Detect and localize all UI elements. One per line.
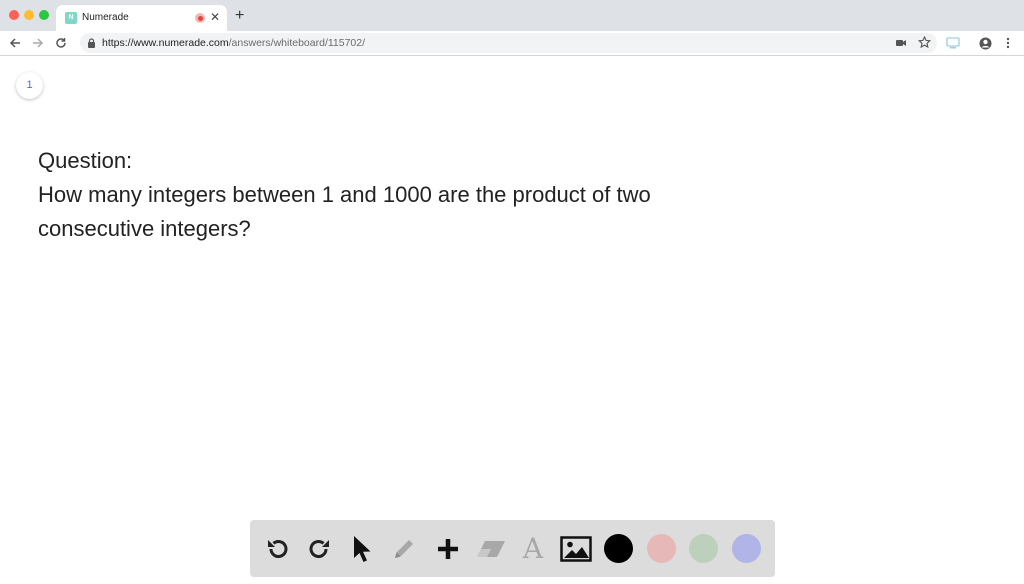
address-bar[interactable]: https://www.numerade.com/answers/whitebo… <box>80 33 937 53</box>
url-text: https://www.numerade.com/answers/whitebo… <box>102 37 365 49</box>
color-green[interactable] <box>689 534 718 563</box>
undo-icon <box>268 540 288 558</box>
tab-close-icon[interactable]: ✕ <box>210 10 220 24</box>
pointer-tool-button[interactable] <box>345 532 379 566</box>
lock-icon <box>88 38 95 48</box>
minimize-window-button[interactable] <box>24 10 34 20</box>
text-tool-button[interactable]: A <box>516 532 550 566</box>
image-tool-button[interactable] <box>559 532 593 566</box>
close-window-button[interactable] <box>9 10 19 20</box>
camera-icon[interactable] <box>895 36 907 54</box>
color-pink[interactable] <box>647 534 676 563</box>
color-blue[interactable] <box>732 534 761 563</box>
browser-window: N Numerade ✕ + https://www.numerade.com/… <box>0 0 1024 584</box>
page-number-badge[interactable]: 1 <box>16 72 43 99</box>
question-line-1: How many integers between 1 and 1000 are… <box>38 182 651 207</box>
tab-strip: N Numerade ✕ + <box>0 0 1024 31</box>
back-arrow-icon <box>9 38 20 48</box>
pencil-tool-button[interactable] <box>387 532 421 566</box>
url-path: /answers/whiteboard/115702/ <box>228 37 366 49</box>
undo-button[interactable] <box>260 532 294 566</box>
url-host: https://www.numerade.com <box>102 37 229 49</box>
reload-icon <box>56 38 66 48</box>
back-button[interactable] <box>6 34 24 52</box>
redo-icon <box>309 540 329 558</box>
forward-button[interactable] <box>29 34 47 52</box>
new-tab-button[interactable]: + <box>235 7 244 25</box>
reload-button[interactable] <box>52 34 70 52</box>
whiteboard-toolbar: A <box>250 520 775 577</box>
maximize-window-button[interactable] <box>39 10 49 20</box>
text-icon: A <box>522 532 544 565</box>
image-icon <box>560 536 592 562</box>
tab-numerade[interactable]: N Numerade ✕ <box>56 5 227 31</box>
color-black[interactable] <box>604 534 633 563</box>
menu-kebab-icon[interactable] <box>999 34 1017 52</box>
bookmark-star-icon[interactable] <box>917 35 932 54</box>
forward-arrow-icon <box>33 38 44 48</box>
question-text: Question: How many integers between 1 an… <box>38 144 738 246</box>
redo-button[interactable] <box>303 532 337 566</box>
question-heading: Question: <box>38 148 133 173</box>
profile-avatar-icon[interactable] <box>976 34 994 52</box>
add-icon <box>438 539 458 559</box>
browser-toolbar: https://www.numerade.com/answers/whitebo… <box>0 31 1024 56</box>
question-line-2: consecutive integers? <box>38 216 251 241</box>
pencil-icon <box>395 540 413 558</box>
pointer-icon <box>354 536 371 562</box>
recording-icon <box>195 13 205 23</box>
eraser-icon <box>477 541 505 557</box>
eraser-tool-button[interactable] <box>474 532 508 566</box>
numerade-favicon-icon: N <box>65 12 77 24</box>
cast-icon[interactable] <box>944 34 962 52</box>
add-tool-button[interactable] <box>431 532 465 566</box>
tab-title: Numerade <box>82 12 129 23</box>
